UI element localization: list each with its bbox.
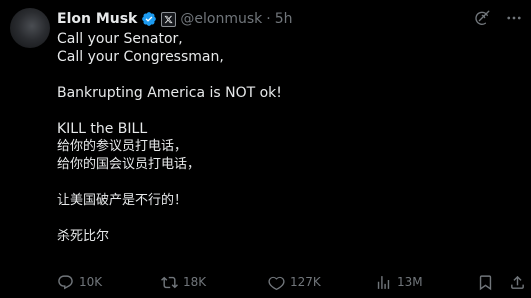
grok-icon[interactable] [473, 9, 491, 27]
avatar[interactable] [10, 8, 50, 48]
tweet-line: Call your Senator, [57, 31, 183, 47]
more-icon[interactable] [505, 9, 523, 27]
verified-badge-icon[interactable] [141, 11, 157, 27]
header-separator: · [266, 11, 271, 27]
tweet-line: 给你的参议员打电话， [57, 139, 188, 154]
tweet-top-actions [473, 9, 523, 27]
tweet-line: Call your Congressman, [57, 49, 224, 65]
tweet-line: 杀死比尔 [57, 229, 110, 244]
repost-icon [161, 274, 178, 291]
reply-count: 10K [79, 275, 103, 289]
author-name[interactable]: Elon Musk [57, 11, 137, 27]
tweet-timestamp[interactable]: 5h [275, 11, 293, 27]
tweet-line [57, 210, 521, 228]
like-count: 127K [290, 275, 321, 289]
repost-count: 18K [183, 275, 207, 289]
heart-icon [268, 274, 285, 291]
x-affiliate-icon[interactable] [161, 11, 177, 27]
like-button[interactable]: 127K [268, 272, 321, 292]
reply-icon [57, 274, 74, 291]
share-button[interactable] [509, 272, 526, 292]
tweet-line [57, 66, 521, 84]
reply-button[interactable]: 10K [57, 272, 102, 292]
tweet-actions-bar: 10K 18K 127K 13M [57, 272, 526, 292]
tweet-line [57, 102, 521, 120]
tweet-line: Bankrupting America is NOT ok! [57, 85, 282, 101]
tweet-line: KILL the BILL [57, 121, 148, 137]
tweet-text: Call your Senator, Call your Congressman… [57, 30, 521, 246]
repost-button[interactable]: 18K [161, 272, 206, 292]
views-count: 13M [397, 275, 423, 289]
tweet-line: 给你的国会议员打电话， [57, 157, 201, 172]
share-icon [509, 274, 526, 291]
bookmark-button[interactable] [477, 272, 494, 292]
views-icon [375, 274, 392, 291]
views-button[interactable]: 13M [375, 272, 423, 292]
tweet-line [57, 174, 521, 192]
author-handle[interactable]: @elonmusk [180, 11, 262, 27]
bookmark-icon [477, 274, 494, 291]
tweet-line: 让美国破产是不行的！ [57, 193, 188, 208]
tweet-header: Elon Musk @elonmusk · 5h [57, 9, 292, 29]
